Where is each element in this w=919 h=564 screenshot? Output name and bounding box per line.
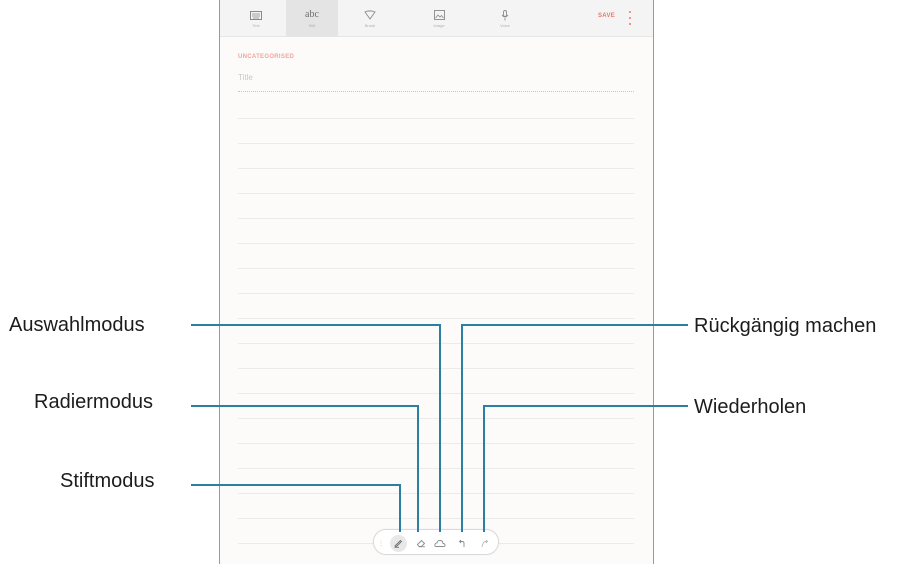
note-rule	[238, 368, 634, 369]
note-rule	[238, 168, 634, 169]
more-options-icon[interactable]	[629, 11, 632, 25]
callout-auswahlmodus: Auswahlmodus	[9, 314, 145, 336]
selection-mode-button[interactable]	[430, 533, 450, 553]
eraser-icon	[416, 539, 426, 548]
keyboard-icon	[250, 9, 262, 22]
tool-text-button[interactable]: Text	[230, 0, 282, 36]
callout-wiederholen: Wiederholen	[694, 396, 807, 418]
leader-line-auswahlmodus	[191, 324, 441, 326]
redo-icon	[481, 539, 488, 547]
undo-button[interactable]	[452, 533, 472, 553]
tool-brush-button[interactable]: Brush	[344, 0, 396, 36]
tool-voice-button[interactable]: Voice	[479, 0, 531, 36]
leader-line-rueckgaengig	[461, 324, 688, 326]
leader-line-radiermodus-vertical	[417, 405, 419, 532]
leader-line-auswahlmodus-vertical	[439, 324, 441, 532]
tool-image-button[interactable]: Image	[413, 0, 465, 36]
note-rule	[238, 393, 634, 394]
note-rule	[238, 418, 634, 419]
eraser-mode-button[interactable]	[411, 533, 431, 553]
drag-handle-icon[interactable]: ⋮	[376, 533, 386, 553]
tablet-screen: Text abc Stift Brush Image Voice SAVE UN…	[219, 0, 654, 564]
save-button[interactable]: SAVE	[598, 13, 615, 19]
undo-icon	[458, 539, 464, 547]
note-toolbar: Text abc Stift Brush Image Voice SAVE	[220, 0, 653, 37]
image-icon	[433, 9, 445, 22]
leader-line-stiftmodus-vertical	[399, 484, 401, 532]
tool-brush-label: Brush	[364, 22, 376, 28]
category-label[interactable]: UNCATEGORISED	[238, 54, 294, 60]
redo-button[interactable]	[474, 533, 494, 553]
note-rule	[238, 243, 634, 244]
microphone-icon	[501, 9, 509, 22]
note-rule	[238, 293, 634, 294]
note-rule	[238, 193, 634, 194]
pen-toolbar: ⋮	[373, 529, 499, 555]
note-rule	[238, 218, 634, 219]
pen-icon	[389, 534, 407, 552]
brush-icon	[364, 9, 376, 22]
note-rule	[238, 343, 634, 344]
tool-handwriting-button[interactable]: abc Stift	[286, 0, 338, 36]
note-rule	[238, 493, 634, 494]
tool-image-label: Image	[433, 22, 445, 28]
note-rule	[238, 518, 634, 519]
note-rule	[238, 318, 634, 319]
callout-stiftmodus: Stiftmodus	[60, 470, 155, 492]
note-rule	[238, 468, 634, 469]
title-input[interactable]: Title	[238, 73, 253, 82]
leader-line-radiermodus	[191, 405, 419, 407]
note-rule	[238, 143, 634, 144]
note-rule	[238, 443, 634, 444]
note-rule	[238, 268, 634, 269]
callout-rueckgaengig: Rückgängig machen	[694, 315, 877, 337]
callout-radiermodus: Radiermodus	[34, 391, 153, 413]
title-divider	[238, 91, 634, 92]
selection-icon	[434, 539, 446, 547]
leader-line-wiederholen	[483, 405, 688, 407]
leader-line-stiftmodus	[191, 484, 401, 486]
tool-voice-label: Voice	[500, 22, 510, 28]
leader-line-wiederholen-vertical	[483, 405, 485, 532]
pen-mode-button[interactable]	[388, 533, 408, 553]
tool-handwriting-label: Stift	[308, 22, 316, 28]
tool-text-label: Text	[252, 22, 260, 28]
handwriting-abc-icon: abc	[305, 9, 319, 20]
note-rule	[238, 118, 634, 119]
leader-line-rueckgaengig-vertical	[461, 324, 463, 532]
